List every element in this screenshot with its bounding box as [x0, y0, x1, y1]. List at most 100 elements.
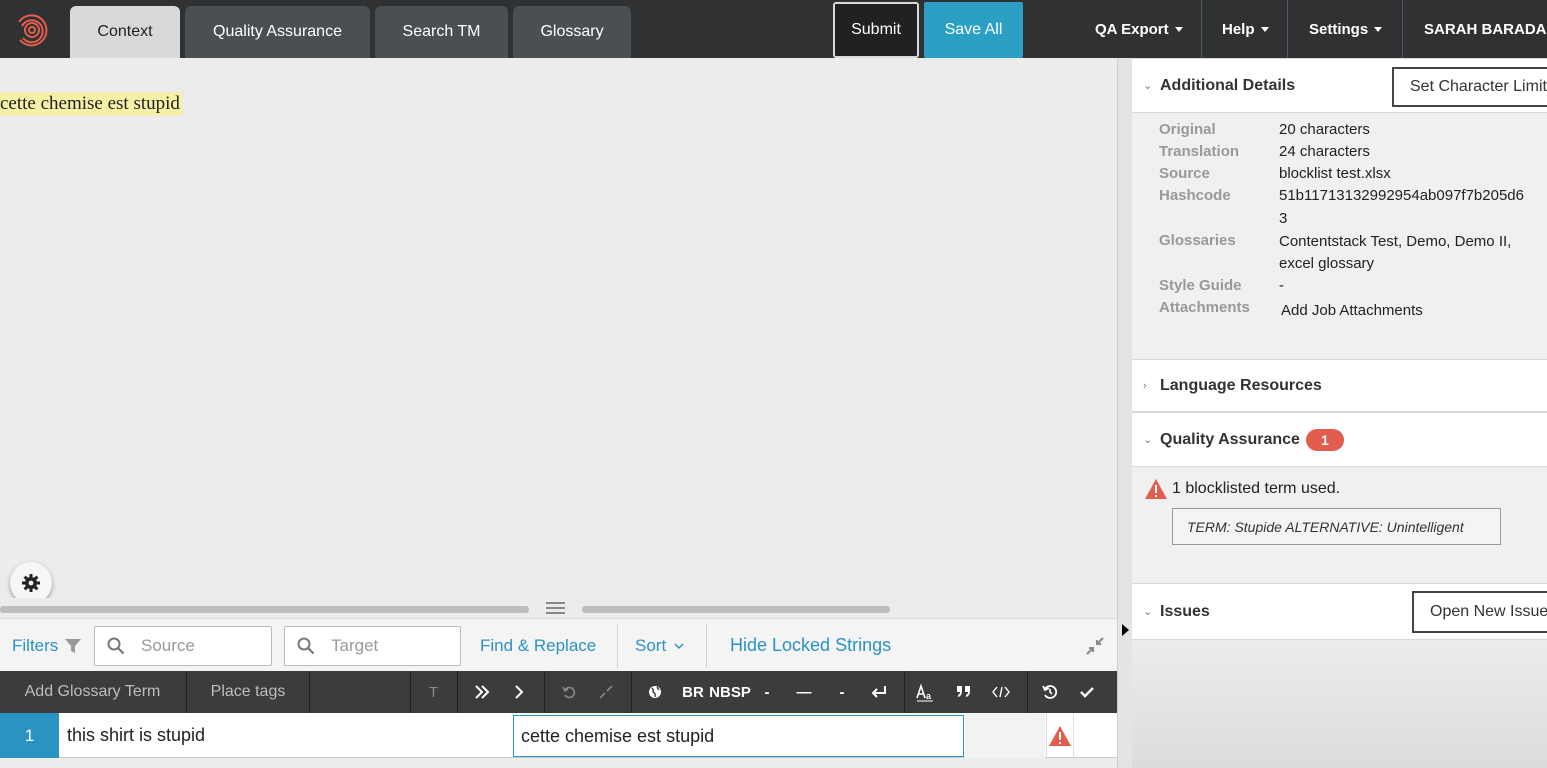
sort-button[interactable]: Sort: [635, 619, 684, 672]
drag-handle-icon[interactable]: [546, 600, 566, 616]
svg-text:a: a: [926, 691, 932, 701]
copy-source-button[interactable]: [505, 671, 533, 713]
insert-en-dash-button[interactable]: -: [832, 671, 852, 713]
collapse-panel-icon[interactable]: [1122, 624, 1129, 636]
add-glossary-term-button[interactable]: Add Glossary Term: [0, 671, 185, 713]
qa-export-menu[interactable]: QA Export: [1095, 0, 1183, 58]
editor-toolbar: Add Glossary Term Place tags T BR NBSP -…: [0, 671, 1117, 713]
language-resources-header[interactable]: › Language Resources: [1132, 359, 1547, 412]
compress-icon: [599, 685, 613, 699]
row-warning[interactable]: [1046, 713, 1074, 758]
double-chevron-right-icon: [475, 685, 490, 699]
original-value: 20 characters: [1279, 121, 1370, 138]
table-row[interactable]: 1 this shirt is stupid cette chemise est…: [0, 713, 1117, 758]
undo-icon: [562, 686, 576, 699]
user-name-label: SARAH BARADARAN: [1424, 20, 1547, 38]
chevron-down-icon: ⌄: [1143, 606, 1153, 618]
panel-divider[interactable]: [1117, 58, 1132, 768]
history-button[interactable]: [1037, 671, 1063, 713]
user-menu[interactable]: SARAH BARADARAN: [1424, 0, 1547, 58]
place-tags-button[interactable]: Place tags: [187, 671, 309, 713]
qa-export-label: QA Export: [1095, 20, 1169, 38]
save-all-button[interactable]: Save All: [924, 2, 1023, 58]
logo-icon[interactable]: [14, 12, 50, 48]
insert-br-button[interactable]: BR: [680, 671, 706, 713]
issues-list-area: [1132, 640, 1547, 768]
find-replace-button[interactable]: Find & Replace: [480, 619, 596, 672]
additional-details-title: Additional Details: [1160, 76, 1296, 94]
translation-value: 24 characters: [1279, 143, 1370, 160]
quality-assurance-header[interactable]: ⌄ Quality Assurance 1: [1132, 412, 1547, 467]
hashcode-link[interactable]: 51b11713132992954ab097f7b205d6: [1279, 185, 1524, 207]
language-button[interactable]: [643, 671, 667, 713]
source-search-input[interactable]: Source: [94, 626, 272, 666]
filter-bar: Filters Source Target Find & Replace Sor…: [0, 618, 1117, 671]
context-preview: cette chemise est stupid: [0, 58, 1117, 598]
target-search-input[interactable]: Target: [284, 626, 461, 666]
add-job-attachments-link[interactable]: Add Job Attachments: [1281, 300, 1423, 322]
open-new-issue-button[interactable]: Open New Issue: [1412, 591, 1547, 633]
insert-hyphen-button[interactable]: -: [757, 671, 777, 713]
undo-button[interactable]: [555, 671, 583, 713]
additional-details-header[interactable]: ⌄ Additional Details Set Character Limit: [1132, 58, 1547, 113]
glossaries-key: Glossaries: [1159, 232, 1236, 249]
glossaries-value-cont: excel glossary: [1279, 255, 1375, 272]
tab-search-tm-label: Search TM: [402, 23, 481, 40]
filters-button[interactable]: Filters: [12, 619, 82, 672]
qa-message-text: 1 blocklisted term used.: [1172, 480, 1341, 497]
chevron-down-icon: ⌄: [1143, 80, 1153, 92]
insert-quote-button[interactable]: [951, 671, 977, 713]
toolbar-divider: [457, 671, 458, 713]
check-icon: [1080, 687, 1094, 698]
chevron-down-icon: [1374, 26, 1383, 32]
hashcode-link-cont[interactable]: 3: [1279, 208, 1287, 230]
gear-icon: [22, 574, 40, 592]
toolbar-divider: [904, 671, 905, 713]
tab-context[interactable]: Context: [70, 6, 180, 58]
glossaries-value: Contentstack Test, Demo, Demo II,: [1279, 233, 1512, 250]
search-icon: [107, 637, 125, 655]
hashcode-key: Hashcode: [1159, 187, 1231, 204]
tab-glossary[interactable]: Glossary: [513, 6, 631, 58]
menu-divider: [1201, 0, 1202, 58]
warning-icon: [1145, 479, 1167, 499]
tab-context-label: Context: [97, 23, 153, 40]
insert-em-dash-button[interactable]: —: [790, 671, 818, 713]
issues-header[interactable]: ⌄ Issues Open New Issue: [1132, 583, 1547, 640]
collapse-tags-button[interactable]: [592, 671, 620, 713]
code-view-button[interactable]: [988, 671, 1014, 713]
insert-newline-button[interactable]: [866, 671, 892, 713]
scrollbar-left[interactable]: [0, 606, 529, 613]
tab-search-tm[interactable]: Search TM: [375, 6, 508, 58]
settings-menu[interactable]: Settings: [1309, 0, 1383, 58]
collapse-icon[interactable]: [1085, 636, 1105, 656]
filter-divider: [706, 624, 707, 668]
confirm-button[interactable]: [1074, 671, 1100, 713]
scrollbar-right[interactable]: [582, 606, 890, 613]
copy-all-source-button[interactable]: [468, 671, 496, 713]
style-guide-key: Style Guide: [1159, 277, 1242, 294]
pane-splitter[interactable]: [0, 598, 1117, 618]
tab-quality-assurance[interactable]: Quality Assurance: [185, 6, 370, 58]
help-menu[interactable]: Help: [1222, 0, 1269, 58]
submit-button[interactable]: Submit: [833, 2, 919, 58]
insert-nbsp-button[interactable]: NBSP: [709, 671, 751, 713]
text-case-button[interactable]: a: [912, 671, 938, 713]
warning-icon: [1049, 725, 1071, 746]
row-target-input[interactable]: cette chemise est stupid: [513, 715, 964, 757]
menu-divider: [1287, 0, 1288, 58]
top-bar: Context Quality Assurance Search TM Glos…: [0, 0, 1547, 58]
details-panel: ⌄ Additional Details Set Character Limit…: [1132, 58, 1547, 768]
source-placeholder: Source: [141, 636, 195, 655]
hide-locked-strings-button[interactable]: Hide Locked Strings: [730, 619, 891, 672]
filter-divider: [617, 624, 618, 668]
text-format-button[interactable]: T: [411, 671, 456, 713]
search-icon: [297, 637, 315, 655]
target-placeholder: Target: [331, 636, 379, 655]
qa-count-badge: 1: [1305, 428, 1344, 451]
filter-icon: [65, 638, 82, 653]
qa-term-box: TERM: Stupide ALTERNATIVE: Unintelligent: [1172, 508, 1501, 545]
toolbar-divider: [631, 671, 632, 713]
set-character-limit-button[interactable]: Set Character Limit: [1392, 67, 1547, 107]
return-icon: [871, 686, 886, 698]
